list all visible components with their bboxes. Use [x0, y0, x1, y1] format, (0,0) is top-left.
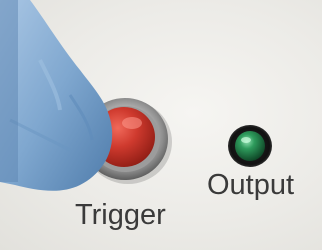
trigger-label: Trigger	[75, 199, 166, 231]
output-led-indicator	[228, 125, 272, 167]
output-label: Output	[207, 169, 295, 201]
device-panel-photo: Trigger Output	[0, 0, 322, 250]
gloved-finger	[0, 0, 113, 191]
